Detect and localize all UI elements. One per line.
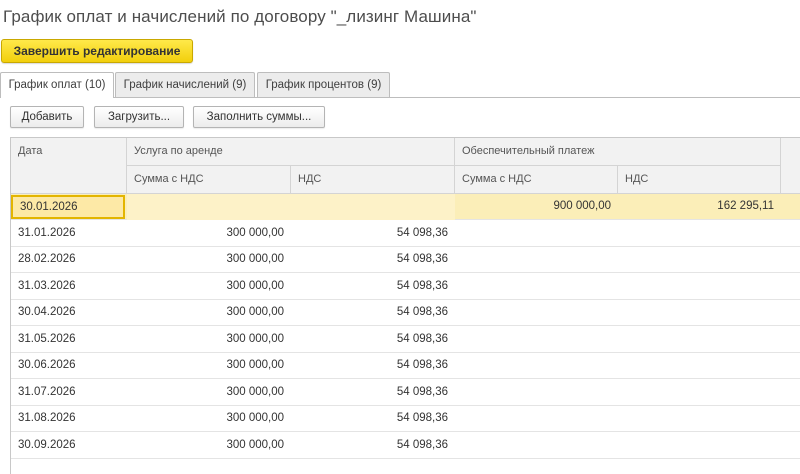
header-deposit-group: Обеспечительный платеж xyxy=(455,138,781,166)
cell-rent-sum[interactable]: 300 000,00 xyxy=(127,247,291,273)
add-button[interactable]: Добавить xyxy=(10,106,84,128)
cell-rent-sum[interactable]: 300 000,00 xyxy=(127,353,291,379)
tab-divider xyxy=(0,97,800,98)
header-deposit-sum[interactable]: Сумма с НДС xyxy=(455,166,618,194)
cell-rent-sum[interactable]: 300 000,00 xyxy=(127,300,291,326)
cell-deposit-vat[interactable] xyxy=(618,380,781,406)
cell-deposit-sum[interactable] xyxy=(455,300,618,326)
cell-rent-vat[interactable]: 54 098,36 xyxy=(291,433,455,459)
table-row[interactable]: 30.01.2026 900 000,00 162 295,11 xyxy=(11,194,800,220)
cell-deposit-sum[interactable] xyxy=(455,247,618,273)
header-rent-vat[interactable]: НДС xyxy=(291,166,455,194)
load-button[interactable]: Загрузить... xyxy=(94,106,184,128)
cell-date[interactable]: 31.03.2026 xyxy=(11,274,127,300)
table-row[interactable]: 30.04.2026 300 000,00 54 098,36 xyxy=(11,300,800,326)
tab-interest[interactable]: График процентов (9) xyxy=(257,72,390,97)
cell-rent-sum[interactable]: 300 000,00 xyxy=(127,406,291,432)
cell-deposit-vat[interactable] xyxy=(618,406,781,432)
cell-rent-sum[interactable]: 300 000,00 xyxy=(127,327,291,353)
cell-rent-vat[interactable] xyxy=(291,194,455,220)
table-row[interactable]: 31.08.2026 300 000,00 54 098,36 xyxy=(11,406,800,432)
header-scroll-gap xyxy=(781,138,800,194)
cell-rent-vat[interactable]: 54 098,36 xyxy=(291,221,455,247)
cell-deposit-sum[interactable]: 900 000,00 xyxy=(455,194,618,220)
page-title: График оплат и начислений по договору "_… xyxy=(3,7,477,26)
cell-deposit-sum[interactable] xyxy=(455,221,618,247)
cell-rent-sum[interactable]: 300 000,00 xyxy=(127,274,291,300)
table-row[interactable]: 31.01.2026 300 000,00 54 098,36 xyxy=(11,221,800,247)
table-row[interactable]: 30.09.2026 300 000,00 54 098,36 xyxy=(11,433,800,459)
table-row[interactable]: 31.07.2026 300 000,00 54 098,36 xyxy=(11,380,800,406)
cell-rent-sum[interactable]: 300 000,00 xyxy=(127,433,291,459)
cell-rent-sum[interactable]: 300 000,00 xyxy=(127,221,291,247)
cell-deposit-vat[interactable] xyxy=(618,247,781,273)
cell-rent-vat[interactable]: 54 098,36 xyxy=(291,247,455,273)
cell-deposit-vat[interactable] xyxy=(618,433,781,459)
cell-deposit-vat[interactable]: 162 295,11 xyxy=(618,194,781,220)
table-row[interactable]: 28.02.2026 300 000,00 54 098,36 xyxy=(11,247,800,273)
cell-rent-vat[interactable]: 54 098,36 xyxy=(291,353,455,379)
cell-deposit-vat[interactable] xyxy=(618,353,781,379)
cell-deposit-sum[interactable] xyxy=(455,380,618,406)
cell-date[interactable]: 30.09.2026 xyxy=(11,433,127,459)
cell-deposit-sum[interactable] xyxy=(455,406,618,432)
cell-rent-vat[interactable]: 54 098,36 xyxy=(291,327,455,353)
cell-rent-vat[interactable]: 54 098,36 xyxy=(291,274,455,300)
cell-rent-vat[interactable]: 54 098,36 xyxy=(291,406,455,432)
cell-deposit-sum[interactable] xyxy=(455,327,618,353)
cell-date[interactable]: 31.08.2026 xyxy=(11,406,127,432)
cell-date[interactable]: 31.07.2026 xyxy=(11,380,127,406)
header-date[interactable]: Дата xyxy=(11,138,127,194)
cell-rent-vat[interactable]: 54 098,36 xyxy=(291,300,455,326)
cell-deposit-vat[interactable] xyxy=(618,300,781,326)
cell-rent-sum[interactable]: 300 000,00 xyxy=(127,380,291,406)
tab-bar: График оплат (10) График начислений (9) … xyxy=(0,72,800,98)
cell-date[interactable]: 30.06.2026 xyxy=(11,353,127,379)
table-row[interactable]: 31.03.2026 300 000,00 54 098,36 xyxy=(11,274,800,300)
payments-table: Дата Услуга по аренде Обеспечительный пл… xyxy=(10,137,800,474)
cell-date[interactable]: 31.05.2026 xyxy=(11,327,127,353)
table-row[interactable]: 31.05.2026 300 000,00 54 098,36 xyxy=(11,327,800,353)
cell-date[interactable]: 28.02.2026 xyxy=(11,247,127,273)
cell-date[interactable]: 30.04.2026 xyxy=(11,300,127,326)
cell-date[interactable]: 30.01.2026 xyxy=(11,195,125,219)
header-rent-sum[interactable]: Сумма с НДС xyxy=(127,166,291,194)
cell-deposit-vat[interactable] xyxy=(618,327,781,353)
fill-sums-button[interactable]: Заполнить суммы... xyxy=(193,106,325,128)
header-rent-group: Услуга по аренде xyxy=(127,138,455,166)
cell-deposit-vat[interactable] xyxy=(618,274,781,300)
cell-deposit-vat[interactable] xyxy=(618,221,781,247)
header-deposit-vat[interactable]: НДС xyxy=(618,166,781,194)
finish-editing-button[interactable]: Завершить редактирование xyxy=(1,39,193,63)
tab-accruals[interactable]: График начислений (9) xyxy=(115,72,255,97)
cell-deposit-sum[interactable] xyxy=(455,433,618,459)
cell-deposit-sum[interactable] xyxy=(455,353,618,379)
cell-date[interactable]: 31.01.2026 xyxy=(11,221,127,247)
cell-deposit-sum[interactable] xyxy=(455,274,618,300)
cell-rent-vat[interactable]: 54 098,36 xyxy=(291,380,455,406)
table-row[interactable]: 30.06.2026 300 000,00 54 098,36 xyxy=(11,353,800,379)
tab-payments[interactable]: График оплат (10) xyxy=(0,72,114,98)
cell-rent-sum[interactable] xyxy=(127,194,291,220)
